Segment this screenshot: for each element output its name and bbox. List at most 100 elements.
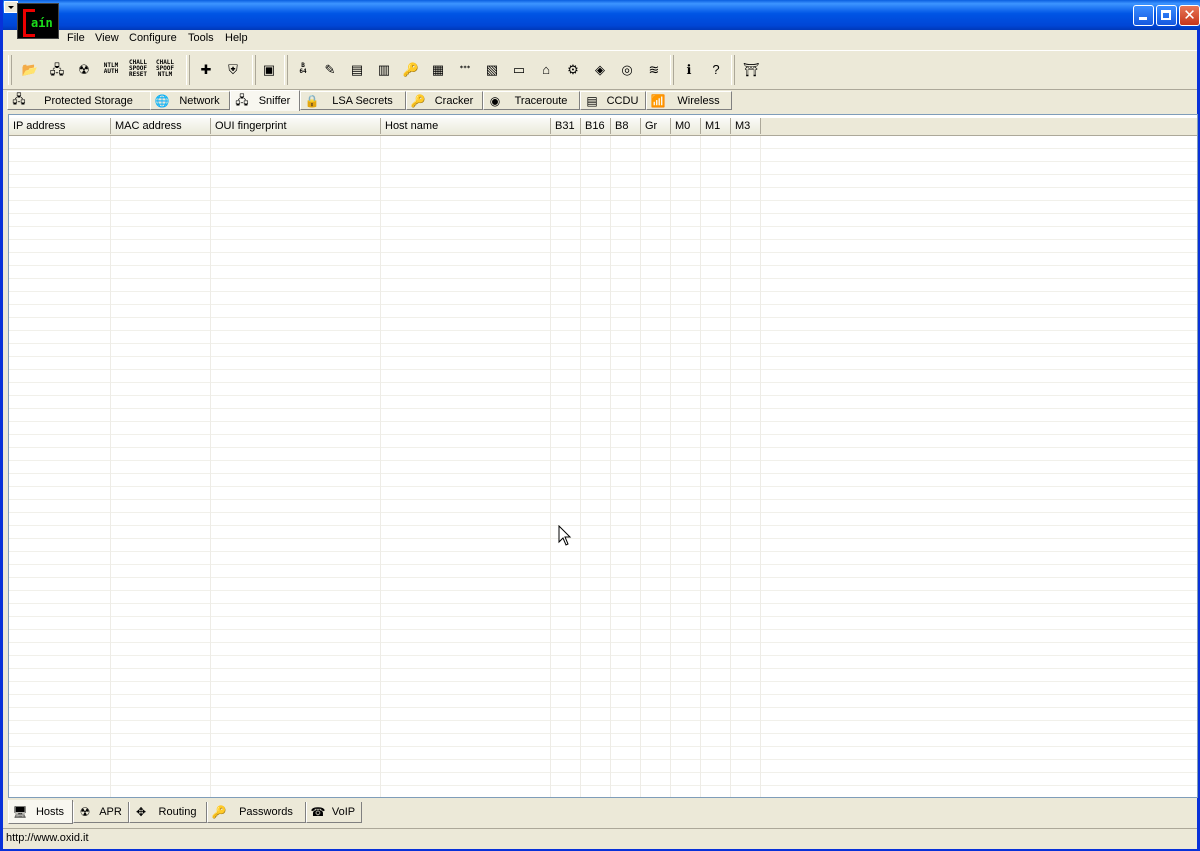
column-header-m0[interactable]: M0 [671,118,701,134]
cisco-icon[interactable]: ▭ [508,58,530,80]
tab-label: Network [179,94,220,107]
tab-label: CCDU [606,94,639,107]
toolbar-grip[interactable] [8,55,12,85]
table-body[interactable] [9,136,1197,797]
column-header-ip-address[interactable]: IP address [9,118,111,134]
toolbar-grip[interactable] [670,55,674,85]
certificate-icon[interactable]: ▣ [258,58,280,80]
menu-tools[interactable]: Tools [188,32,214,44]
about-icon[interactable]: ℹ [678,58,700,80]
tab-sniffer[interactable]: 🖧 Sniffer [230,90,300,111]
tab-passwords[interactable]: 🔑 Passwords [207,802,306,823]
toolbar: 📂 🖧 ☢ NTLM AUTH CHALL SPOOF RESET CHALL SPOOF NTLM… [3,50,1197,90]
hosts-icon: 🖥 [12,804,28,819]
column-header-m1[interactable]: M1 [701,118,731,134]
ccdu-icon: ▤ [586,93,598,108]
keyfinder-icon[interactable]: ◎ [616,58,638,80]
toolbar-grip[interactable] [186,55,190,85]
protected-storage-icon: 🖧 [12,92,26,106]
status-text: http://www.oxid.it [6,832,89,844]
tab-label: Routing [158,806,197,818]
minimize-button[interactable] [1133,5,1154,26]
cracker-icon: 🔑 [410,93,426,108]
tab-ccdu[interactable]: ▤ CCDU [580,91,646,110]
add-icon[interactable]: ✚ [195,58,217,80]
mpd-icon[interactable]: ▥ [373,58,395,80]
tab-label: Protected Storage [44,94,133,107]
column-divider [210,136,211,797]
column-divider [700,136,701,797]
open-folder-icon[interactable]: 📂 [19,58,41,80]
toolbar-grip[interactable] [284,55,288,85]
tab-label: Cracker [434,94,474,107]
column-header-mac-address[interactable]: MAC address [111,118,211,134]
column-divider [640,136,641,797]
key-icon[interactable]: 🔑 [400,58,422,80]
toolbar-grip[interactable] [252,55,256,85]
apr-icon: ☢ [79,805,91,819]
menu-help[interactable]: Help [225,32,248,44]
tab-network[interactable]: 🌐 Network [150,91,230,110]
ntlm-auth-icon[interactable]: NTLM AUTH [100,58,122,80]
maximize-button[interactable] [1156,5,1177,26]
column-header-host-name[interactable]: Host name [381,118,551,134]
network-icon: 🌐 [154,93,170,108]
column-divider [730,136,731,797]
menu-bar: File View Configure Tools Help [3,30,1197,49]
tab-traceroute[interactable]: ◉ Traceroute [483,91,580,110]
system-menu-icon[interactable] [4,1,18,13]
tab-label: APR [99,806,122,818]
tab-label: Passwords [239,806,293,818]
tab-protected-storage[interactable]: 🖧 Protected Storage [7,91,151,110]
mouse-pointer-icon [558,525,572,546]
network-enum-icon[interactable]: ⚙ [562,58,584,80]
toolbar-grip[interactable] [731,55,735,85]
tab-label: LSA Secrets [332,94,393,107]
tab-lsa-secrets[interactable]: 🔒 LSA Secrets [300,91,406,110]
box-revealer-icon[interactable]: ▧ [481,58,503,80]
menu-file[interactable]: File [67,32,85,44]
access-db-icon[interactable]: ⌂ [535,58,557,80]
start-apr-icon[interactable]: ☢ [73,58,95,80]
menu-configure[interactable]: Configure [129,32,177,44]
tab-cracker[interactable]: 🔑 Cracker [406,91,483,110]
title-bar[interactable]: ✕ [3,0,1200,30]
tab-voip[interactable]: ☎ VoIP [306,802,362,823]
close-button[interactable]: ✕ [1179,5,1200,26]
maximize-icon [1161,10,1171,20]
menu-view[interactable]: View [95,32,119,44]
logo-text: aín [31,16,53,30]
column-header-b8[interactable]: B8 [611,118,641,134]
minimize-icon [1139,17,1147,20]
lsa-icon[interactable]: ▤ [346,58,368,80]
hash-calculator-icon[interactable]: ✎ [319,58,341,80]
start-sniffer-icon[interactable]: 🖧 [46,58,68,80]
tab-routing[interactable]: ✥ Routing [129,802,207,823]
wireless-key-icon[interactable]: ◈ [589,58,611,80]
tab-apr[interactable]: ☢ APR [73,802,129,823]
column-header-m3[interactable]: M3 [731,118,761,134]
exit-icon[interactable]: ⛩ [740,58,762,80]
password-reveal-icon[interactable]: *** [454,58,476,80]
column-header-b31[interactable]: B31 [551,118,581,134]
tab-label: Traceroute [514,94,568,107]
help-icon[interactable]: ? [705,58,727,80]
column-header-gr[interactable]: Gr [641,118,671,134]
column-header-oui-fingerprint[interactable]: OUI fingerprint [211,118,381,134]
base64-icon[interactable]: B 64 [292,58,314,80]
column-divider [760,136,761,797]
tab-label: Wireless [677,94,720,107]
route-icon[interactable]: ≋ [643,58,665,80]
rdp-icon[interactable]: ▦ [427,58,449,80]
status-bar: http://www.oxid.it [3,828,1197,849]
hosts-table[interactable]: IP address MAC address OUI fingerprint Host… [8,114,1198,798]
table-header: IP address MAC address OUI fingerprint Host… [9,118,1197,136]
chall-spoof-reset-icon[interactable]: CHALL SPOOF RESET [127,58,149,80]
tab-wireless[interactable]: 📶 Wireless [646,91,732,110]
chall-spoof-ntlm-icon[interactable]: CHALL SPOOF NTLM [154,58,176,80]
tab-hosts[interactable]: 🖥 Hosts [8,800,73,824]
column-divider [110,136,111,797]
sniffer-icon: 🖧 [235,92,249,107]
column-header-b16[interactable]: B16 [581,118,611,134]
remove-icon[interactable]: ⛨ [222,58,244,80]
